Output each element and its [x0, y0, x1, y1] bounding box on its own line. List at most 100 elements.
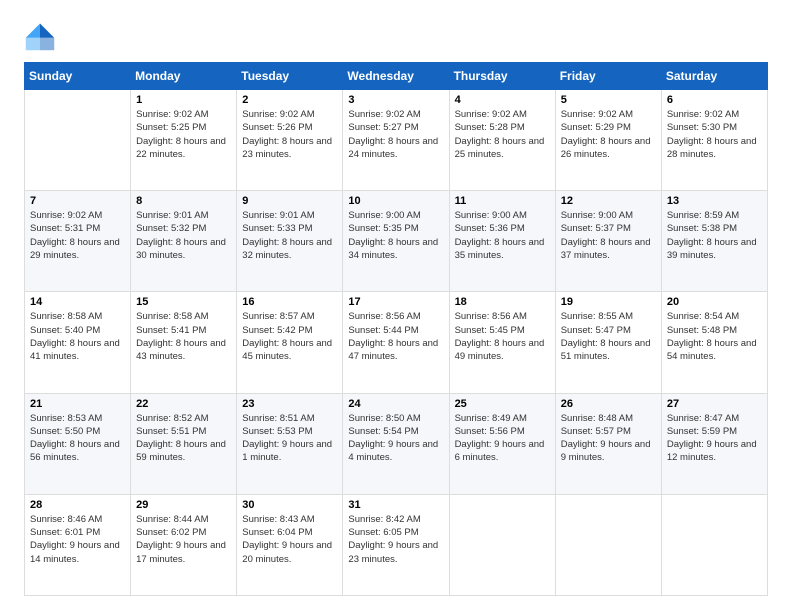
daylight-label: Daylight: 9 hours and 9 minutes.: [561, 439, 651, 463]
day-number: 28: [30, 499, 125, 511]
daylight-label: Daylight: 8 hours and 45 minutes.: [242, 338, 332, 362]
day-info: Sunrise: 8:52 AM Sunset: 5:51 PM Dayligh…: [136, 412, 231, 465]
weekday-header-wednesday: Wednesday: [343, 63, 449, 90]
day-info: Sunrise: 9:01 AM Sunset: 5:32 PM Dayligh…: [136, 209, 231, 262]
day-number: 13: [667, 195, 762, 207]
day-info: Sunrise: 9:02 AM Sunset: 5:25 PM Dayligh…: [136, 108, 231, 161]
sunset-label: Sunset: 5:51 PM: [136, 426, 206, 437]
day-number: 18: [455, 296, 550, 308]
weekday-header-saturday: Saturday: [661, 63, 767, 90]
sunset-label: Sunset: 5:33 PM: [242, 223, 312, 234]
daylight-label: Daylight: 8 hours and 37 minutes.: [561, 237, 651, 261]
day-info: Sunrise: 9:02 AM Sunset: 5:26 PM Dayligh…: [242, 108, 337, 161]
daylight-label: Daylight: 8 hours and 39 minutes.: [667, 237, 757, 261]
weekday-header-row: SundayMondayTuesdayWednesdayThursdayFrid…: [25, 63, 768, 90]
calendar-cell: 18 Sunrise: 8:56 AM Sunset: 5:45 PM Dayl…: [449, 292, 555, 393]
day-info: Sunrise: 8:42 AM Sunset: 6:05 PM Dayligh…: [348, 513, 443, 566]
header: [24, 20, 768, 52]
calendar-cell: 30 Sunrise: 8:43 AM Sunset: 6:04 PM Dayl…: [237, 494, 343, 595]
day-info: Sunrise: 9:01 AM Sunset: 5:33 PM Dayligh…: [242, 209, 337, 262]
calendar-cell: 13 Sunrise: 8:59 AM Sunset: 5:38 PM Dayl…: [661, 191, 767, 292]
calendar-cell: 11 Sunrise: 9:00 AM Sunset: 5:36 PM Dayl…: [449, 191, 555, 292]
day-info: Sunrise: 8:49 AM Sunset: 5:56 PM Dayligh…: [455, 412, 550, 465]
sunrise-label: Sunrise: 8:51 AM: [242, 413, 314, 424]
day-info: Sunrise: 8:51 AM Sunset: 5:53 PM Dayligh…: [242, 412, 337, 465]
calendar-cell: 4 Sunrise: 9:02 AM Sunset: 5:28 PM Dayli…: [449, 90, 555, 191]
sunrise-label: Sunrise: 9:01 AM: [136, 210, 208, 221]
day-info: Sunrise: 8:54 AM Sunset: 5:48 PM Dayligh…: [667, 310, 762, 363]
sunrise-label: Sunrise: 8:56 AM: [348, 311, 420, 322]
sunrise-label: Sunrise: 9:01 AM: [242, 210, 314, 221]
day-number: 15: [136, 296, 231, 308]
day-number: 12: [561, 195, 656, 207]
sunrise-label: Sunrise: 8:50 AM: [348, 413, 420, 424]
sunset-label: Sunset: 5:36 PM: [455, 223, 525, 234]
day-number: 22: [136, 398, 231, 410]
day-number: 14: [30, 296, 125, 308]
sunrise-label: Sunrise: 9:00 AM: [561, 210, 633, 221]
daylight-label: Daylight: 9 hours and 1 minute.: [242, 439, 332, 463]
calendar-cell: 12 Sunrise: 9:00 AM Sunset: 5:37 PM Dayl…: [555, 191, 661, 292]
sunset-label: Sunset: 5:53 PM: [242, 426, 312, 437]
weekday-header-monday: Monday: [131, 63, 237, 90]
day-number: 1: [136, 94, 231, 106]
sunset-label: Sunset: 5:37 PM: [561, 223, 631, 234]
sunset-label: Sunset: 5:31 PM: [30, 223, 100, 234]
sunset-label: Sunset: 5:54 PM: [348, 426, 418, 437]
sunset-label: Sunset: 5:28 PM: [455, 122, 525, 133]
calendar-cell: 8 Sunrise: 9:01 AM Sunset: 5:32 PM Dayli…: [131, 191, 237, 292]
day-info: Sunrise: 9:02 AM Sunset: 5:27 PM Dayligh…: [348, 108, 443, 161]
calendar-cell: 21 Sunrise: 8:53 AM Sunset: 5:50 PM Dayl…: [25, 393, 131, 494]
daylight-label: Daylight: 8 hours and 23 minutes.: [242, 136, 332, 160]
sunset-label: Sunset: 5:30 PM: [667, 122, 737, 133]
sunrise-label: Sunrise: 9:02 AM: [242, 109, 314, 120]
week-row-3: 21 Sunrise: 8:53 AM Sunset: 5:50 PM Dayl…: [25, 393, 768, 494]
sunset-label: Sunset: 6:02 PM: [136, 527, 206, 538]
calendar-cell: 17 Sunrise: 8:56 AM Sunset: 5:44 PM Dayl…: [343, 292, 449, 393]
calendar-cell: 7 Sunrise: 9:02 AM Sunset: 5:31 PM Dayli…: [25, 191, 131, 292]
day-info: Sunrise: 8:47 AM Sunset: 5:59 PM Dayligh…: [667, 412, 762, 465]
weekday-header-friday: Friday: [555, 63, 661, 90]
daylight-label: Daylight: 8 hours and 49 minutes.: [455, 338, 545, 362]
sunrise-label: Sunrise: 9:02 AM: [348, 109, 420, 120]
sunset-label: Sunset: 5:59 PM: [667, 426, 737, 437]
day-number: 19: [561, 296, 656, 308]
sunset-label: Sunset: 5:25 PM: [136, 122, 206, 133]
day-number: 10: [348, 195, 443, 207]
daylight-label: Daylight: 9 hours and 14 minutes.: [30, 540, 120, 564]
day-info: Sunrise: 8:58 AM Sunset: 5:40 PM Dayligh…: [30, 310, 125, 363]
sunrise-label: Sunrise: 8:53 AM: [30, 413, 102, 424]
sunset-label: Sunset: 5:42 PM: [242, 325, 312, 336]
sunrise-label: Sunrise: 9:02 AM: [667, 109, 739, 120]
day-number: 4: [455, 94, 550, 106]
calendar-cell: 14 Sunrise: 8:58 AM Sunset: 5:40 PM Dayl…: [25, 292, 131, 393]
calendar-cell: 16 Sunrise: 8:57 AM Sunset: 5:42 PM Dayl…: [237, 292, 343, 393]
sunrise-label: Sunrise: 9:02 AM: [30, 210, 102, 221]
day-number: 29: [136, 499, 231, 511]
daylight-label: Daylight: 8 hours and 47 minutes.: [348, 338, 438, 362]
day-info: Sunrise: 9:02 AM Sunset: 5:30 PM Dayligh…: [667, 108, 762, 161]
calendar-cell: 3 Sunrise: 9:02 AM Sunset: 5:27 PM Dayli…: [343, 90, 449, 191]
daylight-label: Daylight: 8 hours and 30 minutes.: [136, 237, 226, 261]
sunset-label: Sunset: 5:56 PM: [455, 426, 525, 437]
calendar-table: SundayMondayTuesdayWednesdayThursdayFrid…: [24, 62, 768, 596]
day-info: Sunrise: 8:48 AM Sunset: 5:57 PM Dayligh…: [561, 412, 656, 465]
daylight-label: Daylight: 8 hours and 24 minutes.: [348, 136, 438, 160]
sunrise-label: Sunrise: 8:52 AM: [136, 413, 208, 424]
day-info: Sunrise: 8:56 AM Sunset: 5:44 PM Dayligh…: [348, 310, 443, 363]
day-info: Sunrise: 8:50 AM Sunset: 5:54 PM Dayligh…: [348, 412, 443, 465]
day-number: 16: [242, 296, 337, 308]
day-number: 9: [242, 195, 337, 207]
calendar-cell: 26 Sunrise: 8:48 AM Sunset: 5:57 PM Dayl…: [555, 393, 661, 494]
sunset-label: Sunset: 6:05 PM: [348, 527, 418, 538]
calendar-cell: 27 Sunrise: 8:47 AM Sunset: 5:59 PM Dayl…: [661, 393, 767, 494]
sunset-label: Sunset: 5:45 PM: [455, 325, 525, 336]
sunset-label: Sunset: 5:29 PM: [561, 122, 631, 133]
sunset-label: Sunset: 6:01 PM: [30, 527, 100, 538]
daylight-label: Daylight: 9 hours and 23 minutes.: [348, 540, 438, 564]
sunrise-label: Sunrise: 8:57 AM: [242, 311, 314, 322]
sunrise-label: Sunrise: 8:56 AM: [455, 311, 527, 322]
day-info: Sunrise: 8:56 AM Sunset: 5:45 PM Dayligh…: [455, 310, 550, 363]
daylight-label: Daylight: 8 hours and 41 minutes.: [30, 338, 120, 362]
daylight-label: Daylight: 9 hours and 12 minutes.: [667, 439, 757, 463]
